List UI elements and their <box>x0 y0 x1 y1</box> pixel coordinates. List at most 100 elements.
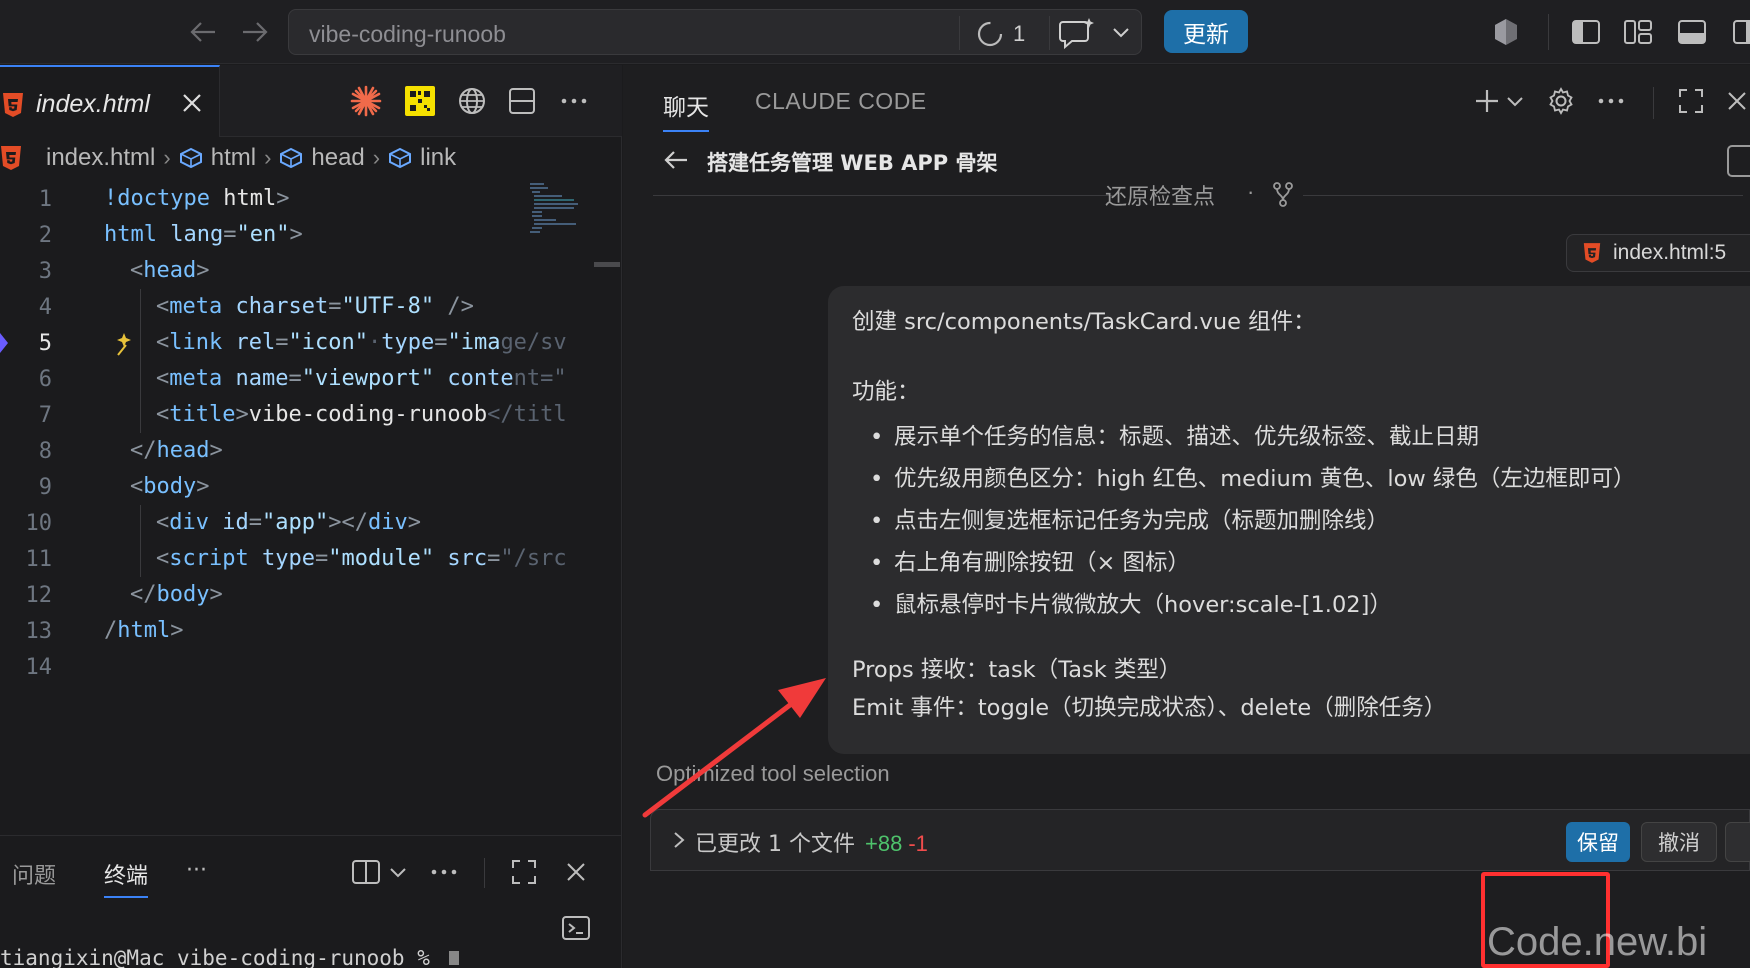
terminal-icon[interactable] <box>558 910 594 946</box>
code-line[interactable]: 14 <box>0 649 595 685</box>
restore-checkpoint-link[interactable]: 还原检查点 <box>1105 179 1215 211</box>
customize-layout-icon[interactable] <box>1620 14 1656 50</box>
divider <box>959 16 960 50</box>
toggle-primary-sidebar-icon[interactable] <box>1568 14 1604 50</box>
gear-icon[interactable] <box>1543 83 1579 119</box>
code-token: title <box>169 402 236 427</box>
split-terminal-icon[interactable] <box>348 854 384 890</box>
maximize-panel-icon[interactable] <box>506 854 542 890</box>
qr-code-icon[interactable] <box>402 83 438 119</box>
code-text: html lang="en"> <box>104 222 303 247</box>
undo-button[interactable]: 撤消 <box>1641 822 1717 862</box>
chevron-right-icon: › <box>264 145 272 170</box>
keep-button[interactable]: 保留 <box>1566 822 1630 862</box>
code-token: < <box>156 366 170 391</box>
context-file-chip[interactable]: index.html:5 <box>1566 234 1750 272</box>
line-number: 14 <box>25 655 53 680</box>
code-token: = <box>275 330 289 355</box>
more-actions-icon[interactable] <box>556 83 592 119</box>
tab-index-html[interactable]: index.html <box>0 65 220 137</box>
code-line[interactable]: 2 html lang="en"> <box>0 217 595 253</box>
sparkle-icon[interactable] <box>114 329 136 361</box>
tab-claude-code[interactable]: CLAUDE CODE <box>755 88 927 115</box>
user-message-bubble: 创建 src/components/TaskCard.vue 组件： 功能： 展… <box>828 286 1750 754</box>
more-actions-icon[interactable] <box>426 854 462 890</box>
claude-asterisk-icon[interactable] <box>348 83 384 119</box>
code-line[interactable]: 6 <meta name="viewport" content=" <box>0 361 595 397</box>
checkpoint-divider: 还原检查点 · <box>623 179 1750 213</box>
tab-terminal[interactable]: 终端 <box>104 858 149 898</box>
code-line[interactable]: 9 <body> <box>0 469 595 505</box>
panel-toggle-icon[interactable] <box>1727 145 1750 177</box>
indent-guide <box>140 289 141 325</box>
code-token: html <box>117 618 171 643</box>
chat-sparkle-icon[interactable] <box>1057 16 1097 55</box>
copilot-logo-icon[interactable] <box>1488 14 1524 50</box>
gutter-marker-icon <box>0 333 8 359</box>
terminal-cursor <box>448 951 459 965</box>
divider <box>1049 16 1050 50</box>
code-line[interactable]: 12 </body> <box>0 577 595 613</box>
code-token: · <box>367 330 382 355</box>
code-line[interactable]: 13/html> <box>0 613 595 649</box>
split-editor-icon[interactable] <box>504 83 540 119</box>
close-icon[interactable] <box>1723 83 1750 119</box>
branch-icon[interactable] <box>1271 181 1295 214</box>
code-token: nt=" <box>513 366 567 391</box>
code-text: <title>vibe-coding-runoob</titl <box>156 402 567 427</box>
close-icon[interactable] <box>558 854 594 890</box>
code-line[interactable]: 3 <head> <box>0 253 595 289</box>
globe-icon[interactable] <box>454 83 490 119</box>
maximize-icon[interactable] <box>1673 83 1709 119</box>
chat-tab-bar: 聊天 CLAUDE CODE <box>623 65 1750 137</box>
code-text: /html> <box>104 618 183 643</box>
code-line[interactable]: 7 <title>vibe-coding-runoob</titl <box>0 397 595 433</box>
symbol-element-icon <box>179 147 202 169</box>
code-token: "viewport" <box>301 366 448 391</box>
changed-files-summary[interactable]: 已更改 1 个文件 +88 -1 <box>695 826 928 858</box>
code-token: div <box>169 510 223 535</box>
update-button[interactable]: 更新 <box>1164 10 1248 53</box>
code-line[interactable]: 4 <meta charset="UTF-8" /> <box>0 289 595 325</box>
code-line[interactable]: 11 <script type="module" src="/src <box>0 541 595 577</box>
code-line[interactable]: 5 <link rel="icon"·type="image/sv <box>0 325 595 361</box>
minimap[interactable] <box>528 181 590 251</box>
breadcrumb-file[interactable]: index.html <box>0 144 155 172</box>
tab-problems[interactable]: 问题 <box>12 858 56 890</box>
terminal-prompt[interactable]: tiangixin@Mac vibe-coding-runoob % <box>0 946 459 968</box>
code-token: < <box>156 330 170 355</box>
code-line[interactable]: 10 <div id="app"></div> <box>0 505 595 541</box>
breadcrumb-head[interactable]: head <box>279 144 365 172</box>
progress-count: 1 <box>1013 21 1026 46</box>
more-actions-icon[interactable] <box>1593 83 1629 119</box>
code-token: > <box>289 222 303 247</box>
chevron-down-icon[interactable] <box>1497 83 1533 119</box>
forward-arrow-icon[interactable] <box>238 14 272 50</box>
conversation-title: 搭建任务管理 WEB APP 骨架 <box>707 151 998 175</box>
code-line[interactable]: 8 </head> <box>0 433 595 469</box>
chevron-down-icon[interactable] <box>380 854 416 890</box>
code-editor[interactable]: 1 !doctype html> 2 html lang="en"> 3 <head> 4 <… <box>0 181 595 701</box>
tab-chat[interactable]: 聊天 <box>663 88 709 132</box>
divider <box>484 858 485 888</box>
close-icon[interactable] <box>180 91 204 120</box>
toggle-panel-icon[interactable] <box>1674 14 1710 50</box>
chevron-down-icon[interactable] <box>1111 23 1131 46</box>
command-center[interactable]: vibe-coding-runoob 1 <box>288 9 1142 55</box>
back-arrow-icon[interactable] <box>186 14 220 50</box>
html5-file-icon <box>1583 243 1601 263</box>
chevron-right-icon[interactable] <box>671 830 687 855</box>
breadcrumb-html[interactable]: html <box>179 144 256 172</box>
progress-indicator[interactable]: 1 <box>975 19 1025 49</box>
code-line[interactable]: 1 !doctype html> <box>0 181 595 217</box>
line-number: 7 <box>38 403 52 428</box>
back-arrow-icon[interactable] <box>663 149 689 176</box>
toggle-secondary-sidebar-icon[interactable] <box>1726 14 1750 50</box>
file-diff-icon[interactable] <box>1725 822 1750 862</box>
line-number: 4 <box>38 295 52 320</box>
breadcrumb-link[interactable]: link <box>388 144 456 172</box>
panel-more-button[interactable]: ··· <box>186 858 207 883</box>
code-token: > <box>209 438 223 463</box>
code-token: /> <box>434 294 474 319</box>
editor-scrollbar[interactable] <box>594 262 620 267</box>
